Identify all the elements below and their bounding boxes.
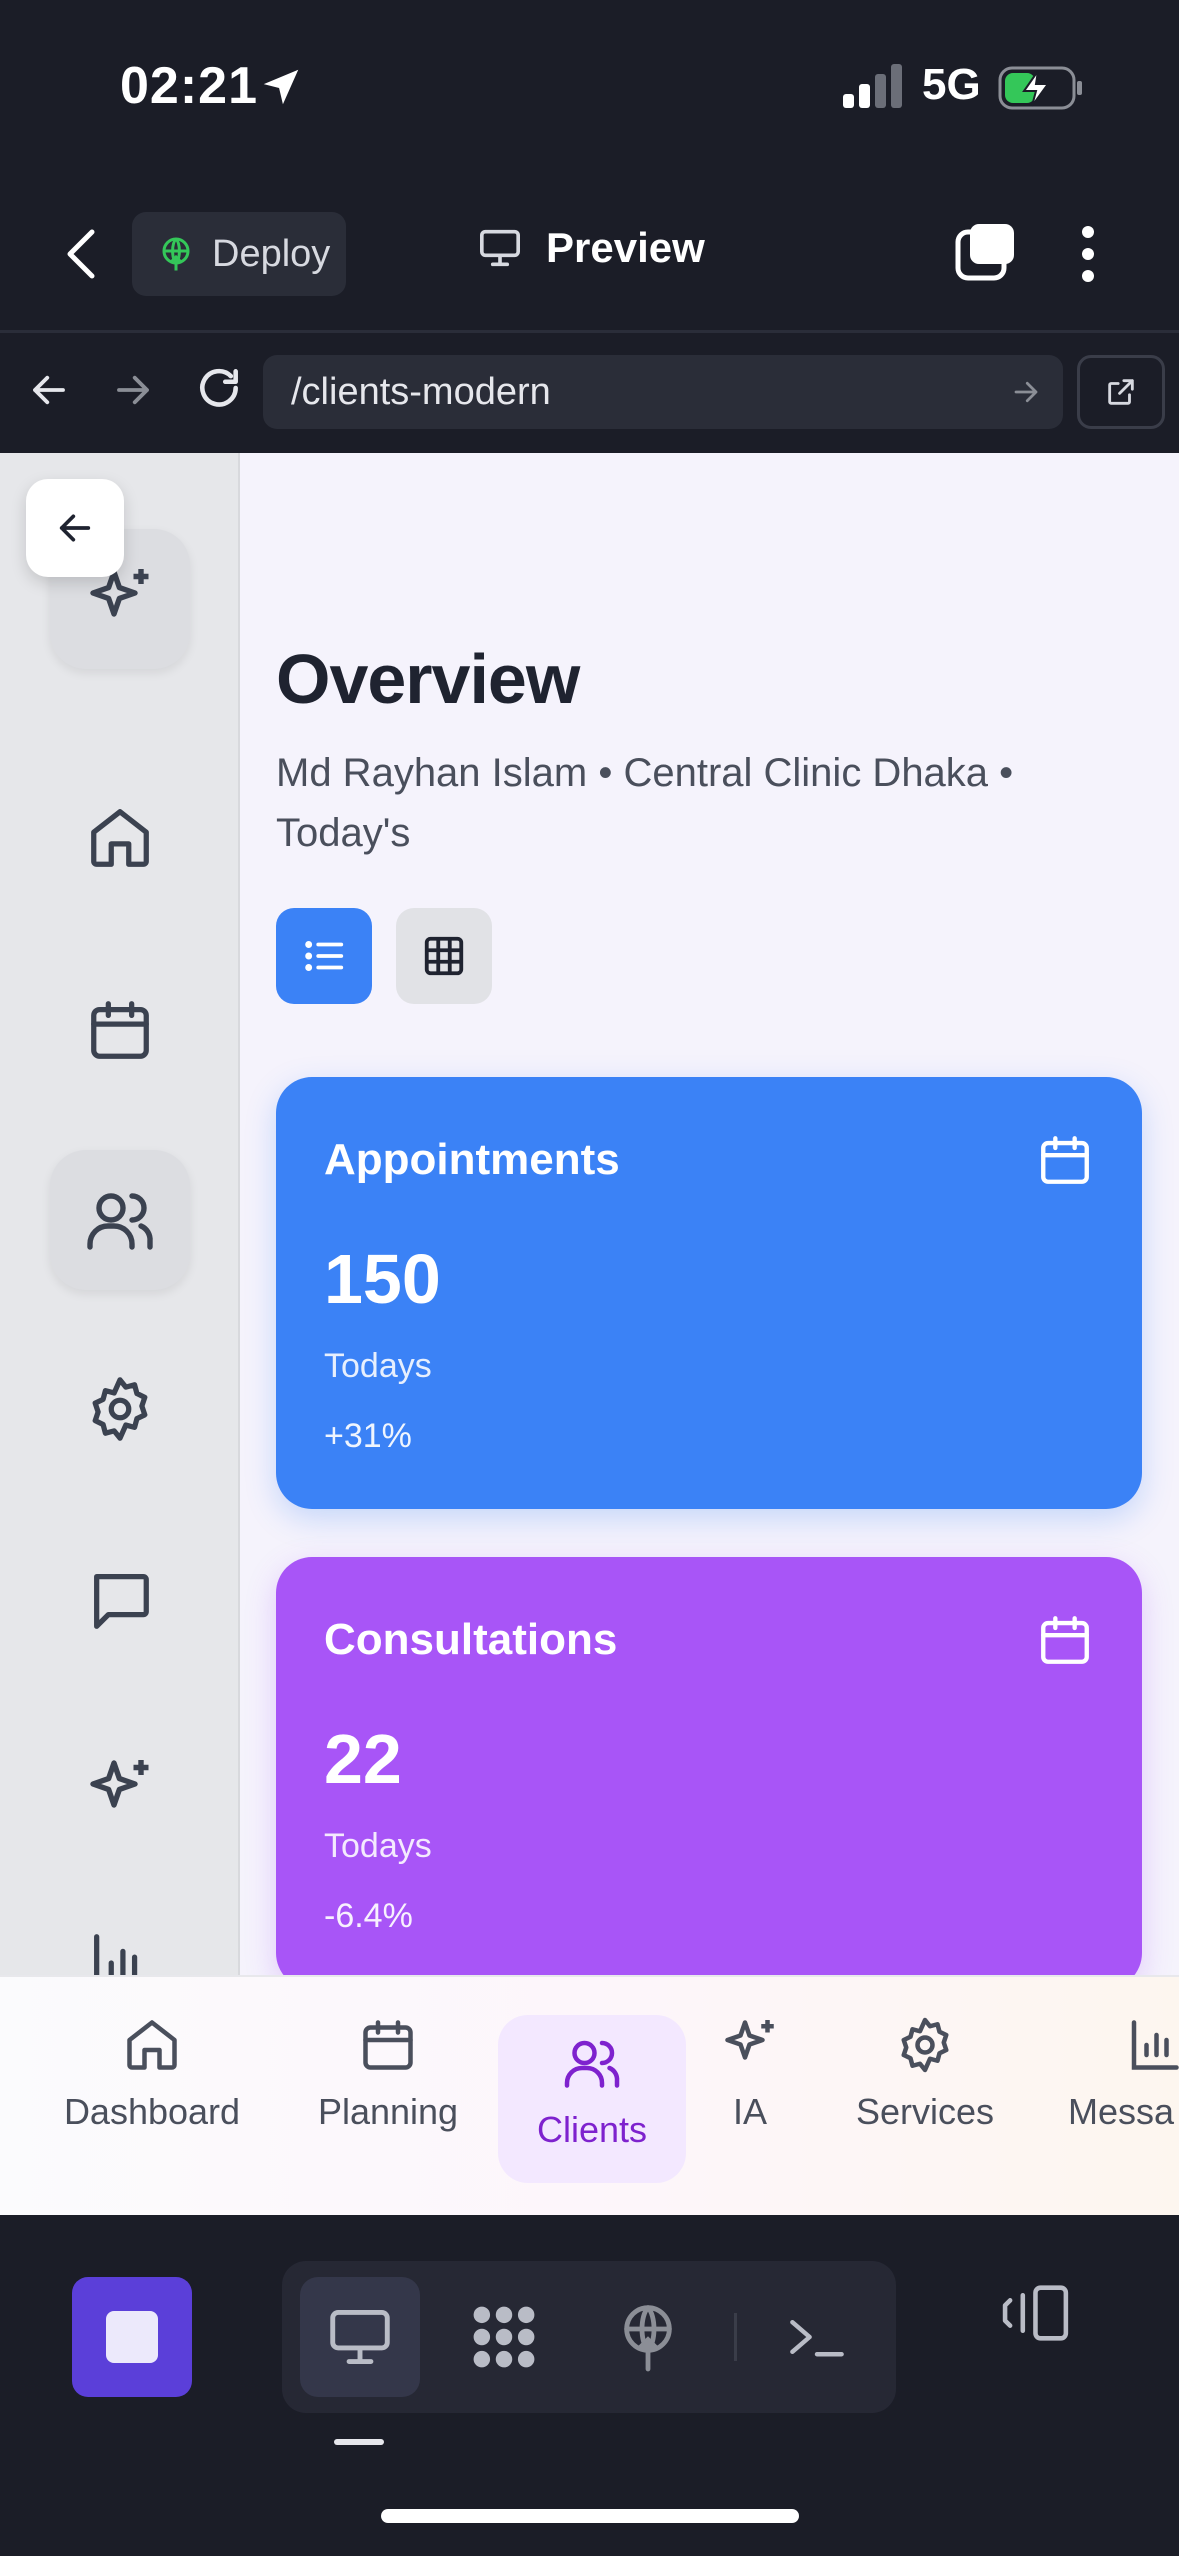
tab-clients[interactable]: Clients (498, 2015, 686, 2183)
tab-label: Services (855, 2091, 995, 2132)
terminal-icon (785, 2309, 849, 2365)
deploy-mode-button[interactable] (588, 2277, 708, 2397)
battery-charging-icon (998, 66, 1084, 110)
globe-upload-icon (616, 2302, 680, 2372)
globe-upload-icon (158, 236, 194, 272)
deploy-label: Deploy (212, 232, 331, 275)
arrow-left-icon[interactable] (28, 369, 70, 411)
sparkle-icon (84, 1754, 156, 1826)
bar-chart-icon (1124, 2015, 1179, 2075)
monitor-icon (326, 2307, 394, 2367)
calendar-icon (1036, 1611, 1094, 1669)
url-text: /clients-modern (291, 371, 551, 413)
divider (734, 2313, 737, 2361)
home-indicator (381, 2509, 799, 2523)
bar-chart-icon (85, 1928, 155, 1975)
active-indicator (334, 2439, 384, 2445)
tab-label: IA (732, 2091, 767, 2132)
tab-planning[interactable]: Planning (298, 2015, 478, 2183)
apps-button[interactable] (444, 2277, 564, 2397)
reload-icon[interactable] (194, 363, 244, 413)
rail-item-ai-2[interactable] (50, 1720, 190, 1860)
tab-label: Dashboard (63, 2091, 241, 2132)
preview-label: Preview (546, 224, 705, 271)
card-caption: Todays (324, 1347, 432, 1385)
gear-icon (85, 1374, 155, 1444)
appointments-card[interactable]: Appointments 150 Todays +31% (276, 1077, 1142, 1509)
device-rotate-icon[interactable] (1000, 2281, 1076, 2345)
side-rail (0, 453, 240, 1975)
tabs-icon[interactable] (954, 222, 1016, 284)
grid-view-button[interactable] (396, 908, 492, 1004)
list-view-button[interactable] (276, 908, 372, 1004)
calendar-icon (85, 995, 155, 1065)
app-bar: Deploy Preview (0, 180, 1179, 333)
apps-cluster-icon (466, 2299, 542, 2375)
card-title: Consultations (324, 1615, 618, 1664)
home-icon (122, 2015, 182, 2075)
consultations-card[interactable]: Consultations 22 Todays -6.4% (276, 1557, 1142, 1975)
tab-services[interactable]: Services (840, 2015, 1010, 2183)
tab-ia[interactable]: IA (702, 2015, 798, 2183)
desktop-preview-button[interactable] (300, 2277, 420, 2397)
card-value: 150 (324, 1240, 441, 1318)
page-subtitle: Md Rayhan Islam • Central Clinic Dhaka •… (276, 751, 1014, 855)
mode-switcher (282, 2261, 896, 2413)
monitor-icon (478, 228, 522, 268)
grid-icon (421, 933, 467, 979)
rail-item-settings[interactable] (50, 1339, 190, 1479)
location-arrow-icon (258, 64, 304, 110)
list-icon (301, 933, 347, 979)
home-icon (85, 803, 155, 873)
tab-messages[interactable]: Messa (1068, 2015, 1179, 2183)
go-arrow-icon[interactable] (1011, 377, 1041, 407)
rail-item-home[interactable] (50, 768, 190, 908)
rail-item-calendar[interactable] (50, 960, 190, 1100)
message-icon (85, 1565, 155, 1635)
users-icon (84, 1184, 156, 1256)
cellular-signal-icon (843, 64, 905, 108)
gear-icon (895, 2015, 955, 2075)
status-bar: 02:21 5G (0, 0, 1179, 180)
rail-item-stats[interactable] (50, 1893, 190, 1975)
rail-item-messages[interactable] (50, 1530, 190, 1670)
url-bar: /clients-modern (0, 333, 1179, 453)
bottom-tab-bar: Dashboard Planning Clients IA Services M… (0, 1975, 1179, 2217)
tab-dashboard[interactable]: Dashboard (42, 2015, 262, 2183)
deploy-button[interactable]: Deploy (132, 212, 346, 296)
tab-label: Planning (317, 2091, 459, 2132)
web-content: Overview Md Rayhan Islam • Central Clini… (0, 453, 1179, 1975)
sparkle-icon (720, 2015, 780, 2075)
status-time: 02:21 (120, 57, 258, 115)
arrow-left-icon (55, 508, 95, 548)
ide-toolbar (0, 2215, 1179, 2556)
stop-icon (106, 2311, 158, 2363)
users-icon (562, 2033, 622, 2093)
preview-title: Preview (478, 224, 705, 272)
page-title: Overview (276, 640, 580, 718)
more-vertical-icon[interactable] (1078, 224, 1098, 284)
back-chevron-icon[interactable] (62, 228, 102, 280)
open-external-button[interactable] (1077, 355, 1165, 429)
main-panel: Overview Md Rayhan Islam • Central Clini… (238, 453, 1179, 1975)
card-delta: +31% (324, 1417, 412, 1455)
arrow-right-icon[interactable] (112, 369, 154, 411)
network-type: 5G (922, 60, 981, 109)
tab-label: Messa (1068, 2091, 1175, 2132)
rail-item-clients[interactable] (50, 1150, 190, 1290)
card-title: Appointments (324, 1135, 620, 1184)
tab-label: Clients (536, 2109, 648, 2150)
stop-button[interactable] (72, 2277, 192, 2397)
calendar-icon (1036, 1131, 1094, 1189)
card-caption: Todays (324, 1827, 432, 1865)
card-delta: -6.4% (324, 1897, 413, 1935)
terminal-button[interactable] (757, 2277, 877, 2397)
collapse-sidebar-button[interactable] (26, 479, 124, 577)
card-value: 22 (324, 1720, 402, 1798)
url-input[interactable]: /clients-modern (263, 355, 1063, 429)
external-link-icon (1104, 375, 1138, 409)
calendar-icon (358, 2015, 418, 2075)
